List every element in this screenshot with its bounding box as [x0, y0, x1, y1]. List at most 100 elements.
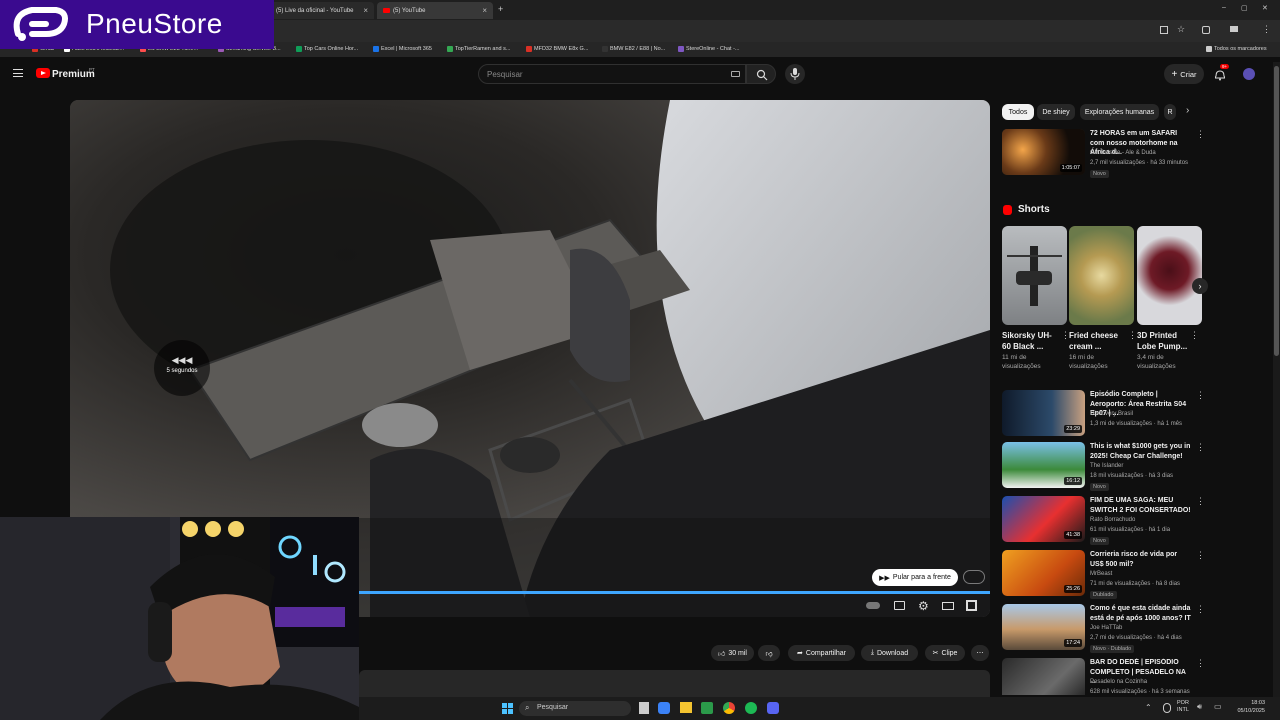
video-thumbnail[interactable]: 17:24 [1002, 604, 1085, 650]
spotify-icon[interactable] [745, 702, 757, 714]
all-bookmarks-button[interactable]: Todos os marcadores [1206, 46, 1267, 52]
taskbar-search[interactable]: ⌕ Pesquisar [519, 701, 631, 716]
file-explorer-icon[interactable] [680, 702, 692, 713]
settings-gear-icon[interactable]: ⚙ [918, 599, 929, 613]
new-tab-icon[interactable]: + [498, 4, 503, 14]
video-thumbnail[interactable]: 25:26 [1002, 550, 1085, 596]
windows-start-icon[interactable] [502, 703, 513, 714]
progress-bar[interactable] [359, 591, 990, 594]
create-button[interactable]: + Criar [1164, 64, 1204, 84]
browser-tab-active[interactable]: (5) YouTube × [377, 2, 493, 19]
clip-button[interactable]: ✂ Clipe [925, 645, 965, 661]
scrollbar[interactable] [1273, 62, 1280, 697]
star-icon[interactable]: ☆ [1177, 24, 1185, 35]
video-title[interactable]: Corrieria risco de vida por US$ 500 mil? [1090, 550, 1192, 569]
bookmark-item[interactable]: MFD32 BMW E8x G... [526, 46, 588, 52]
discord-icon[interactable] [767, 702, 779, 714]
autoplay-toggle[interactable] [866, 602, 880, 609]
fullscreen-icon[interactable] [966, 600, 977, 611]
keyboard-icon[interactable] [731, 71, 740, 77]
shorts-next-button[interactable]: › [1192, 278, 1208, 294]
short-title[interactable]: 3D Printed Lobe Pump... [1137, 330, 1195, 352]
cyclist-icon[interactable] [963, 570, 985, 584]
like-button[interactable]: 👍︎ 30 mil [711, 645, 754, 661]
share-button[interactable]: ➦ Compartilhar [788, 645, 855, 661]
chip-de-shiey[interactable]: De shiey [1037, 104, 1075, 120]
hamburger-menu-icon[interactable] [13, 69, 23, 77]
video-thumbnail[interactable]: 23:29 [1002, 390, 1085, 436]
system-clock[interactable]: 18:03 05/10/2025 [1227, 700, 1265, 715]
short-thumbnail[interactable] [1069, 226, 1134, 325]
short-title[interactable]: Sikorsky UH-60 Black ... [1002, 330, 1060, 352]
extensions-icon[interactable] [1202, 26, 1210, 34]
chip-todos[interactable]: Todos [1002, 104, 1034, 120]
video-title[interactable]: FIM DE UMA SAGA: MEU SWITCH 2 FOI CONSER… [1090, 496, 1192, 515]
more-options-icon[interactable]: ⋮ [1196, 390, 1205, 401]
channel-name[interactable]: The Islander [1090, 463, 1123, 469]
video-title[interactable]: Como é que esta cidade ainda está de pé … [1090, 604, 1192, 623]
video-thumbnail[interactable]: 41:38 [1002, 496, 1085, 542]
bookmark-item[interactable]: Excel | Microsoft 365 [373, 46, 432, 52]
video-thumbnail[interactable]: 16:12 [1002, 442, 1085, 488]
bookmark-item[interactable]: Top Cars Online Hor... [296, 46, 358, 52]
short-title[interactable]: Fried cheese cream ... [1069, 330, 1127, 352]
more-options-icon[interactable]: ⋮ [1128, 330, 1137, 341]
channel-name[interactable]: Pesadelo na Cozinha [1090, 679, 1147, 685]
youtube-logo-icon[interactable] [36, 68, 50, 78]
browser-tab[interactable]: (5) Live da oficinal - YouTube × [270, 2, 374, 19]
menu-dots-icon[interactable]: ⋮ [1262, 24, 1271, 35]
channel-name[interactable]: Discovery Brasil [1090, 411, 1133, 417]
channel-name[interactable]: MrBeast [1090, 571, 1112, 577]
close-tab-icon[interactable]: × [363, 6, 368, 15]
store-icon[interactable] [701, 702, 713, 714]
copilot-icon[interactable] [658, 702, 670, 714]
task-view-icon[interactable] [639, 702, 649, 714]
short-thumbnail[interactable] [1002, 226, 1067, 325]
subtitles-icon[interactable] [894, 601, 905, 610]
channel-name[interactable]: Joe HaTTab [1090, 625, 1122, 631]
maximize-icon[interactable]: ▢ [1241, 4, 1248, 12]
profile-icon[interactable] [1230, 26, 1238, 32]
scrollbar-thumb[interactable] [1274, 66, 1279, 356]
close-window-icon[interactable]: ✕ [1262, 4, 1268, 12]
bookmark-item[interactable]: BMW E82 / E88 | No... [602, 46, 665, 52]
description-box[interactable] [359, 670, 990, 697]
close-tab-icon[interactable]: × [482, 6, 487, 15]
recommended-video[interactable]: BAR DO DEDÉ | EPISÓDIO COMPLETO | PESADE… [1002, 658, 1202, 695]
more-options-icon[interactable]: ⋮ [1190, 330, 1199, 341]
chip-exploracoes-humanas[interactable]: Explorações humanas [1080, 104, 1159, 120]
more-options-icon[interactable]: ⋮ [1196, 550, 1205, 561]
search-button[interactable] [746, 64, 776, 84]
bookmark-item[interactable]: StereOnline - Chat -... [678, 46, 740, 52]
more-actions-button[interactable]: ⋯ [971, 645, 989, 661]
more-options-icon[interactable]: ⋮ [1196, 604, 1205, 615]
more-options-icon[interactable]: ⋮ [1196, 129, 1205, 140]
download-button[interactable]: ⤓ Download [861, 645, 918, 661]
search-input[interactable]: Pesquisar [478, 64, 746, 84]
network-icon[interactable]: ▭ [1214, 702, 1222, 711]
video-thumbnail[interactable]: 1:05:07 [1002, 129, 1085, 175]
channel-name[interactable]: GetOutside - Ale & Duda [1090, 150, 1156, 156]
microphone-tray-icon[interactable] [1163, 703, 1171, 713]
speaker-icon[interactable]: 🔊︎ [1197, 702, 1202, 712]
skip-forward-button[interactable]: ▶▶ Pular para a frente [872, 569, 958, 586]
voice-search-button[interactable] [785, 64, 805, 84]
chip-more[interactable]: R [1164, 104, 1176, 120]
chevron-up-icon[interactable]: ⌃ [1145, 703, 1152, 712]
bookmark-item[interactable]: TopTierRamen and s... [447, 46, 510, 52]
more-options-icon[interactable]: ⋮ [1196, 442, 1205, 453]
theater-mode-icon[interactable] [942, 602, 954, 610]
video-title[interactable]: This is what $1000 gets you in 2025! Che… [1090, 442, 1192, 461]
more-options-icon[interactable]: ⋮ [1196, 496, 1205, 507]
dislike-button[interactable]: 👎︎ [758, 645, 780, 661]
install-icon[interactable] [1160, 26, 1168, 34]
avatar[interactable] [1243, 68, 1255, 80]
channel-name[interactable]: Rato Borrachudo [1090, 517, 1135, 523]
video-thumbnail[interactable] [1002, 658, 1085, 695]
language-indicator[interactable]: POR INTL [1177, 700, 1189, 714]
chrome-icon[interactable] [723, 702, 735, 714]
chevron-right-icon[interactable]: › [1186, 105, 1189, 116]
notifications-button[interactable]: 9+ [1214, 64, 1230, 81]
minimize-icon[interactable]: – [1222, 4, 1226, 11]
short-thumbnail[interactable] [1137, 226, 1202, 325]
